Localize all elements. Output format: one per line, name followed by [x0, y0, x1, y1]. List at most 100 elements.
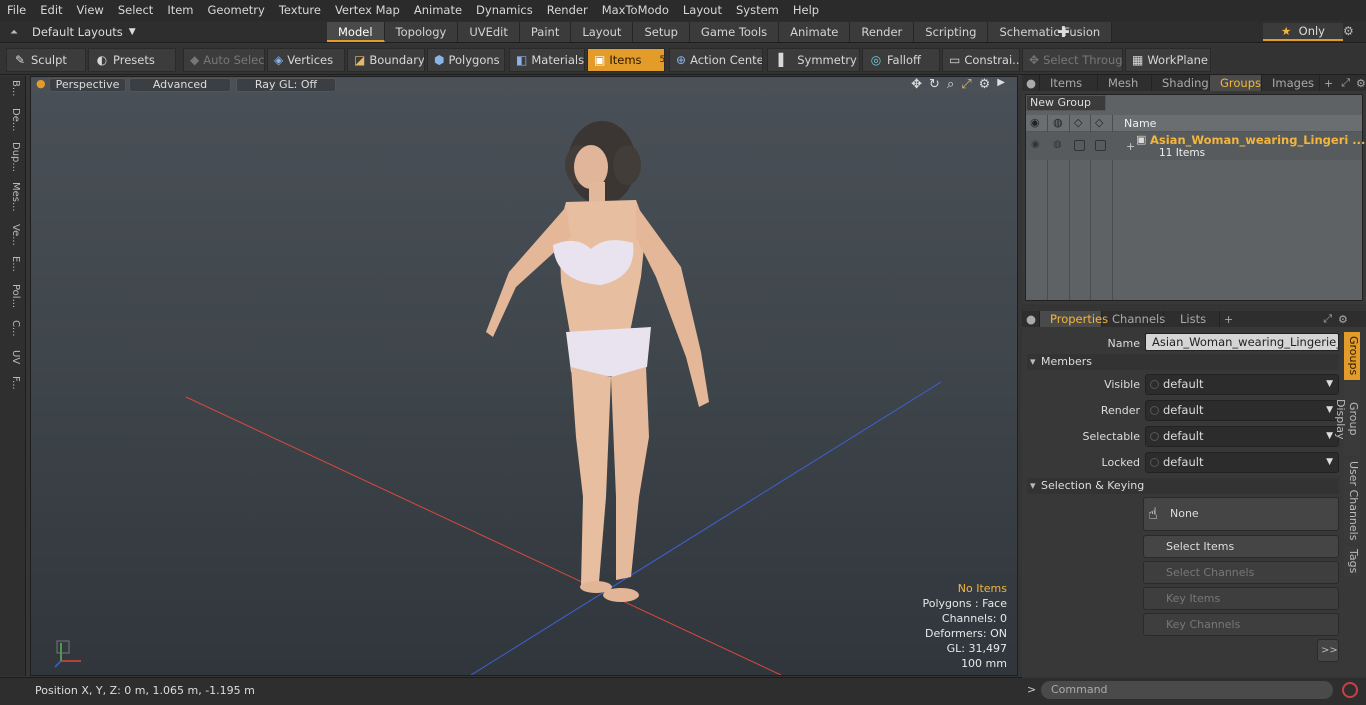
materials-button[interactable]: ◧ Materials — [509, 48, 585, 72]
symmetry-button[interactable]: ▐ Symmetry — [767, 48, 860, 72]
vtab-groups[interactable]: Groups — [1344, 332, 1360, 380]
name-input[interactable]: Asian_Woman_wearing_Lingerie_T_Po — [1145, 333, 1339, 351]
locked-dropdown[interactable]: default ▼ — [1145, 452, 1339, 473]
row-select-checkbox[interactable] — [1095, 140, 1106, 151]
left-tab-5[interactable]: Ve... — [5, 224, 21, 246]
select-items-button[interactable]: Select Items — [1143, 535, 1339, 558]
tab-groups[interactable]: Groups — [1210, 75, 1262, 91]
tab-lists[interactable]: Lists — [1164, 311, 1220, 327]
menu-maxtomodo[interactable]: MaxToModo — [595, 0, 676, 21]
tab-images[interactable]: Images — [1262, 75, 1320, 91]
left-tab-6[interactable]: E... — [5, 256, 21, 272]
menu-system[interactable]: System — [729, 0, 786, 21]
row-eye-icon[interactable]: ◉ — [1031, 139, 1040, 150]
vtab-tags[interactable]: Tags — [1344, 546, 1360, 576]
row-lock-checkbox[interactable] — [1074, 140, 1085, 151]
expand-props-icon[interactable]: ⤢ — [1323, 312, 1332, 326]
menu-select[interactable]: Select — [111, 0, 160, 21]
tab-properties[interactable]: Properties — [1040, 311, 1108, 327]
members-section[interactable]: Members — [1027, 354, 1339, 370]
tab-uvedit[interactable]: UVEdit — [458, 22, 520, 42]
menu-help[interactable]: Help — [786, 0, 826, 21]
panel-gear-icon[interactable]: ⚙ — [1356, 77, 1366, 90]
select-through-button[interactable]: ✥ Select Through — [1022, 48, 1123, 72]
layout-selector-label: Default Layouts — [32, 25, 123, 39]
panel-dot-icon[interactable]: ● — [1022, 75, 1040, 91]
tab-topology[interactable]: Topology — [384, 22, 459, 42]
gear-icon[interactable]: ⚙ — [1343, 24, 1354, 38]
left-tab-2[interactable]: De... — [5, 108, 21, 131]
add-props-tab-icon[interactable]: + — [1220, 313, 1237, 326]
left-tab-8[interactable]: C... — [5, 320, 21, 337]
presets-button[interactable]: ◐ Presets — [88, 48, 176, 72]
collapse-arrow-icon[interactable]: ⏶ — [10, 27, 18, 38]
tab-paint[interactable]: Paint — [519, 22, 572, 42]
only-button[interactable]: ★ Only — [1263, 23, 1343, 41]
tab-game-tools[interactable]: Game Tools — [689, 22, 780, 42]
menu-view[interactable]: View — [70, 0, 111, 21]
tab-layout[interactable]: Layout — [571, 22, 634, 42]
expand-panel-icon[interactable]: ⤢ — [1341, 76, 1350, 90]
menu-vertex-map[interactable]: Vertex Map — [328, 0, 407, 21]
boundary-button[interactable]: ◪ Boundary — [347, 48, 425, 72]
menu-item[interactable]: Item — [160, 0, 200, 21]
menu-file[interactable]: File — [0, 0, 33, 21]
render-dropdown[interactable]: default ▼ — [1145, 400, 1339, 421]
tab-setup[interactable]: Setup — [633, 22, 690, 42]
tab-channels[interactable]: Channels — [1102, 311, 1165, 327]
tab-model[interactable]: Model — [327, 22, 385, 42]
workplane-button[interactable]: ▦ WorkPlane — [1125, 48, 1211, 72]
tab-animate[interactable]: Animate — [779, 22, 851, 42]
command-input[interactable]: Command — [1041, 681, 1333, 699]
key-items-button[interactable]: Key Items — [1143, 587, 1339, 610]
menu-dynamics[interactable]: Dynamics — [469, 0, 540, 21]
left-tab-7[interactable]: Pol... — [5, 284, 21, 308]
left-tab-3[interactable]: Dup... — [5, 142, 21, 172]
items-button[interactable]: ▣ Items 5 — [587, 48, 665, 72]
sculpt-button[interactable]: ✎ Sculpt — [6, 48, 86, 72]
vtab-user-channels[interactable]: User Channels — [1344, 460, 1360, 542]
tab-mesh[interactable]: Mesh ... — [1098, 75, 1152, 106]
layout-selector[interactable]: ⏶ Default Layouts ▼ — [10, 23, 136, 41]
add-tab-icon[interactable]: ✚ — [1057, 23, 1070, 41]
left-tab-10[interactable]: F... — [5, 376, 21, 390]
menu-render[interactable]: Render — [540, 0, 595, 21]
selectable-dropdown[interactable]: default ▼ — [1145, 426, 1339, 447]
props-dot-icon[interactable]: ● — [1022, 311, 1040, 327]
select-channels-button[interactable]: Select Channels — [1143, 561, 1339, 584]
visible-dropdown[interactable]: default ▼ — [1145, 374, 1339, 395]
record-icon[interactable] — [1342, 682, 1358, 698]
tab-scripting[interactable]: Scripting — [914, 22, 989, 42]
tab-render[interactable]: Render — [850, 22, 915, 42]
action-center-button[interactable]: ⊕ Action Center — [669, 48, 763, 72]
more-button[interactable]: >> — [1317, 639, 1339, 662]
none-button[interactable]: ☝ None — [1143, 497, 1339, 531]
falloff-button[interactable]: ◎ Falloff — [862, 48, 940, 72]
menu-texture[interactable]: Texture — [272, 0, 328, 21]
vtab-group-display[interactable]: Group Display — [1334, 382, 1360, 456]
left-tab-9[interactable]: UV — [5, 350, 21, 364]
new-group-button[interactable]: New Group — [1026, 95, 1106, 111]
menu-layout[interactable]: Layout — [676, 0, 729, 21]
auto-select-button[interactable]: ◆ Auto Select — [183, 48, 265, 72]
left-tab-1[interactable]: B... — [5, 80, 21, 96]
key-channels-button[interactable]: Key Channels — [1143, 613, 1339, 636]
menu-edit[interactable]: Edit — [33, 0, 69, 21]
constraints-button[interactable]: ▭ Constrai... — [942, 48, 1020, 72]
tab-items[interactable]: Items — [1040, 75, 1098, 91]
props-gear-icon[interactable]: ⚙ — [1338, 313, 1348, 326]
tab-shading[interactable]: Shading — [1152, 75, 1210, 91]
selection-keying-section[interactable]: Selection & Keying — [1027, 478, 1339, 494]
tab-schematic-fusion[interactable]: Schematic Fusion — [988, 22, 1113, 42]
3d-viewport[interactable]: ● Perspective Advanced Ray GL: Off ✥ ↻ ⌕… — [30, 76, 1018, 676]
left-tab-4[interactable]: Mes... — [5, 182, 21, 212]
expand-plus-icon[interactable]: + — [1126, 140, 1135, 153]
vertices-button[interactable]: ◈Vertices1 — [267, 48, 345, 72]
polygons-button[interactable]: ⬢ Polygons — [427, 48, 505, 72]
row-render-icon[interactable]: ◍ — [1053, 139, 1062, 150]
group-row[interactable]: ◉ ◍ + ▣ Asian_Woman_wearing_Lingeri ... … — [1026, 132, 1365, 160]
menu-geometry[interactable]: Geometry — [201, 0, 272, 21]
group-name[interactable]: Asian_Woman_wearing_Lingeri ... — [1150, 133, 1365, 147]
menu-animate[interactable]: Animate — [407, 0, 469, 21]
add-panel-tab-icon[interactable]: + — [1320, 77, 1337, 90]
